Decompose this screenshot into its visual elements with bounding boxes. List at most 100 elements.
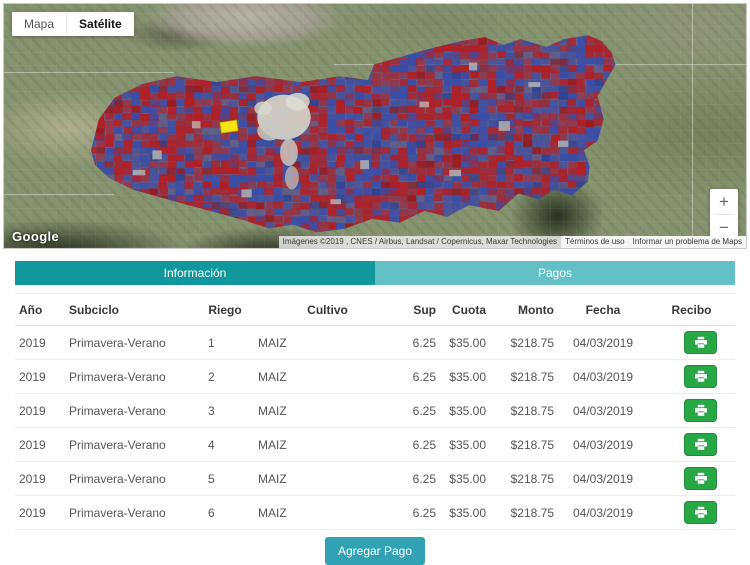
payments-table: Año Subciclo Riego Cultivo Sup Cuota Mon… (15, 293, 735, 530)
map-type-control: Mapa Satélite (12, 12, 134, 36)
cell-fecha: 04/03/2019 (558, 360, 648, 394)
cell-cuota: $35.00 (440, 428, 490, 462)
cell-anio: 2019 (15, 326, 65, 360)
cell-monto: $218.75 (490, 394, 558, 428)
cell-subciclo: Primavera-Verano (65, 394, 200, 428)
cell-fecha: 04/03/2019 (558, 462, 648, 496)
printer-icon (694, 336, 708, 349)
payments-table-body: 2019Primavera-Verano1MAIZ6.25$35.00$218.… (15, 326, 735, 530)
terms-of-use-link[interactable]: Términos de uso (561, 236, 629, 248)
cell-cultivo: MAIZ (250, 496, 405, 530)
cell-monto: $218.75 (490, 496, 558, 530)
cell-recibo (648, 496, 735, 530)
header-cuota: Cuota (440, 294, 490, 326)
cell-subciclo: Primavera-Verano (65, 496, 200, 530)
cell-subciclo: Primavera-Verano (65, 462, 200, 496)
printer-icon (694, 438, 708, 451)
cell-cuota: $35.00 (440, 462, 490, 496)
table-row: 2019Primavera-Verano4MAIZ6.25$35.00$218.… (15, 428, 735, 462)
table-row: 2019Primavera-Verano1MAIZ6.25$35.00$218.… (15, 326, 735, 360)
selected-parcel-highlight[interactable] (220, 120, 238, 133)
cell-monto: $218.75 (490, 326, 558, 360)
cell-monto: $218.75 (490, 428, 558, 462)
table-row: 2019Primavera-Verano2MAIZ6.25$35.00$218.… (15, 360, 735, 394)
cell-cuota: $35.00 (440, 394, 490, 428)
printer-icon (694, 404, 708, 417)
header-cultivo: Cultivo (250, 294, 405, 326)
cell-riego: 5 (200, 462, 250, 496)
print-receipt-button[interactable] (684, 467, 717, 490)
cell-cuota: $35.00 (440, 326, 490, 360)
table-footer: Agregar Pago (0, 537, 750, 565)
cell-cuota: $35.00 (440, 496, 490, 530)
map-type-map-button[interactable]: Mapa (12, 12, 66, 36)
header-monto: Monto (490, 294, 558, 326)
cell-cultivo: MAIZ (250, 326, 405, 360)
table-row: 2019Primavera-Verano6MAIZ6.25$35.00$218.… (15, 496, 735, 530)
zoom-control: + − (710, 189, 738, 240)
print-receipt-button[interactable] (684, 331, 717, 354)
table-row: 2019Primavera-Verano3MAIZ6.25$35.00$218.… (15, 394, 735, 428)
cell-subciclo: Primavera-Verano (65, 360, 200, 394)
cell-fecha: 04/03/2019 (558, 326, 648, 360)
map-type-satellite-button[interactable]: Satélite (66, 12, 134, 36)
map-attribution: Imágenes ©2019 , CNES / Airbus, Landsat … (279, 236, 746, 248)
add-payment-button[interactable]: Agregar Pago (325, 537, 425, 565)
cell-sup: 6.25 (405, 394, 440, 428)
cell-monto: $218.75 (490, 360, 558, 394)
print-receipt-button[interactable] (684, 433, 717, 456)
report-map-problem-link[interactable]: Informar un problema de Maps (629, 236, 746, 248)
imagery-credit: Imágenes ©2019 , CNES / Airbus, Landsat … (279, 236, 561, 248)
cell-cultivo: MAIZ (250, 360, 405, 394)
cell-sup: 6.25 (405, 462, 440, 496)
cell-sup: 6.25 (405, 360, 440, 394)
cell-anio: 2019 (15, 496, 65, 530)
header-anio: Año (15, 294, 65, 326)
table-row: 2019Primavera-Verano5MAIZ6.25$35.00$218.… (15, 462, 735, 496)
cell-riego: 3 (200, 394, 250, 428)
cell-riego: 1 (200, 326, 250, 360)
cell-anio: 2019 (15, 360, 65, 394)
printer-icon (694, 506, 708, 519)
cell-recibo (648, 326, 735, 360)
district-parcels-overlay (4, 4, 746, 248)
cell-sup: 6.25 (405, 496, 440, 530)
printer-icon (694, 472, 708, 485)
cell-cultivo: MAIZ (250, 462, 405, 496)
cell-cuota: $35.00 (440, 360, 490, 394)
cell-anio: 2019 (15, 462, 65, 496)
cell-fecha: 04/03/2019 (558, 496, 648, 530)
cell-recibo (648, 394, 735, 428)
cell-monto: $218.75 (490, 462, 558, 496)
print-receipt-button[interactable] (684, 399, 717, 422)
cell-anio: 2019 (15, 394, 65, 428)
cell-fecha: 04/03/2019 (558, 394, 648, 428)
header-subciclo: Subciclo (65, 294, 200, 326)
tab-pagos[interactable]: Pagos (375, 261, 735, 285)
header-fecha: Fecha (558, 294, 648, 326)
cell-fecha: 04/03/2019 (558, 428, 648, 462)
cell-riego: 4 (200, 428, 250, 462)
cell-subciclo: Primavera-Verano (65, 428, 200, 462)
cell-anio: 2019 (15, 428, 65, 462)
header-recibo: Recibo (648, 294, 735, 326)
tab-bar: Información Pagos (15, 261, 735, 285)
google-logo[interactable]: Google (12, 229, 59, 244)
cell-cultivo: MAIZ (250, 428, 405, 462)
header-sup: Sup (405, 294, 440, 326)
cell-recibo (648, 428, 735, 462)
cell-recibo (648, 462, 735, 496)
print-receipt-button[interactable] (684, 501, 717, 524)
zoom-in-button[interactable]: + (710, 189, 738, 214)
map-canvas[interactable]: Mapa Satélite + − Google Imágenes ©2019 … (3, 3, 747, 249)
cell-subciclo: Primavera-Verano (65, 326, 200, 360)
cell-sup: 6.25 (405, 326, 440, 360)
cell-riego: 6 (200, 496, 250, 530)
tab-informacion[interactable]: Información (15, 261, 375, 285)
cell-cultivo: MAIZ (250, 394, 405, 428)
printer-icon (694, 370, 708, 383)
cell-recibo (648, 360, 735, 394)
cell-riego: 2 (200, 360, 250, 394)
header-riego: Riego (200, 294, 250, 326)
print-receipt-button[interactable] (684, 365, 717, 388)
